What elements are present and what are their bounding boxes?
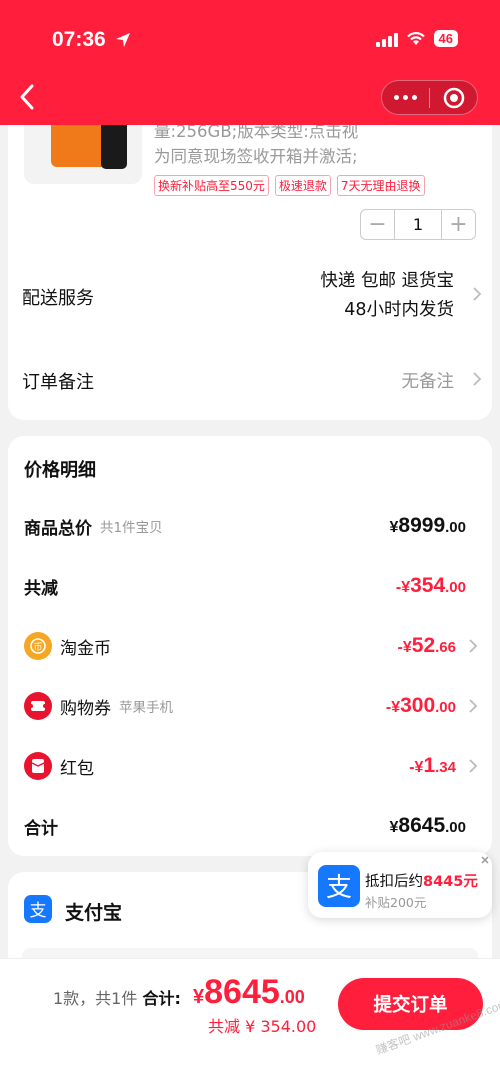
wifi-icon	[406, 32, 425, 45]
total-reduce-amount: -¥354.00	[395, 574, 466, 597]
payment-method-name[interactable]: 支付宝	[65, 898, 122, 925]
product-image[interactable]	[24, 125, 142, 184]
chevron-right-icon	[469, 699, 478, 713]
close-icon[interactable]	[479, 854, 491, 866]
sum-amount: ¥8645.00	[389, 814, 466, 837]
svg-text:支: 支	[30, 901, 47, 921]
total-price: ¥8645.00	[193, 973, 305, 1011]
chevron-right-icon	[469, 639, 478, 653]
total-discount: 共减 ¥ 354.00	[208, 1017, 317, 1036]
popup-main-text: 抵扣后约8445元	[365, 874, 478, 890]
alipay-discount-popup[interactable]: 支 抵扣后约8445元 补贴200元	[308, 852, 492, 918]
taojinbi-row[interactable]: 币 淘金币 -¥52.66	[24, 626, 478, 666]
redpack-amount: -¥1.34	[409, 754, 456, 777]
taojinbi-amount: -¥52.66	[397, 634, 456, 657]
remark-value[interactable]: 无备注	[402, 368, 455, 393]
delivery-label: 配送服务	[22, 288, 94, 309]
close-miniprogram-icon[interactable]	[430, 87, 477, 109]
red-packet-icon	[24, 752, 52, 780]
product-tags: 换新补贴高至550元 极速退款 7天无理由退换	[154, 175, 425, 196]
chevron-right-icon	[473, 287, 482, 301]
delivery-service-value[interactable]: 快递 包邮 退货宝 48小时内发货	[320, 267, 454, 325]
mini-program-capsule	[381, 80, 478, 115]
more-icon[interactable]	[382, 95, 429, 100]
chevron-right-icon	[469, 759, 478, 773]
tag-trade-in-subsidy: 换新补贴高至550元	[154, 175, 269, 196]
coupon-icon	[24, 692, 52, 720]
quantity-stepper: − 1 +	[360, 209, 476, 240]
alipay-icon: 支	[318, 865, 360, 907]
price-detail-title: 价格明细	[24, 460, 96, 481]
goods-total-amount: ¥8999.00	[389, 514, 466, 537]
tag-7day-return: 7天无理由退换	[336, 175, 425, 196]
redpack-row[interactable]: 红包 -¥1.34	[24, 746, 478, 786]
product-description: 量:256GB;版本类型:点击视 为同意现场签收开箱并激活;	[154, 125, 359, 166]
decrease-button[interactable]: −	[361, 210, 394, 239]
battery-icon: 46	[433, 30, 458, 47]
svg-text:币: 币	[33, 642, 42, 653]
tag-fast-refund: 极速退款	[274, 175, 331, 196]
order-info-card: 量:256GB;版本类型:点击视 为同意现场签收开箱并激活; 换新补贴高至550…	[8, 125, 492, 420]
coupon-amount: -¥300.00	[385, 694, 456, 717]
quantity-value[interactable]: 1	[394, 210, 442, 239]
signal-icon	[375, 31, 398, 47]
status-time: 07:36	[52, 28, 106, 51]
remark-label: 订单备注	[22, 372, 94, 393]
coupon-row[interactable]: 购物券 苹果手机 -¥300.00	[24, 686, 478, 726]
chevron-right-icon	[473, 372, 482, 386]
status-indicators: 46	[375, 30, 458, 47]
price-detail-card: 价格明细 商品总价 共1件宝贝 ¥8999.00 共减 -¥354.00 币 淘…	[8, 436, 492, 856]
svg-text:支: 支	[326, 873, 352, 903]
header-bar: 07:36 46	[0, 0, 500, 125]
coin-icon: 币	[24, 632, 52, 660]
goods-total-row: 商品总价 共1件宝贝 ¥8999.00	[24, 514, 466, 539]
location-arrow-icon	[116, 33, 130, 47]
total-reduce-row: 共减 -¥354.00	[24, 574, 466, 599]
back-icon[interactable]	[16, 82, 40, 112]
order-summary: 1款，共1件 合计:	[53, 989, 181, 1008]
increase-button[interactable]: +	[442, 210, 475, 239]
alipay-icon: 支	[24, 895, 52, 923]
popup-sub-text: 补贴200元	[365, 895, 427, 910]
sum-row: 合计 ¥8645.00	[24, 814, 466, 839]
